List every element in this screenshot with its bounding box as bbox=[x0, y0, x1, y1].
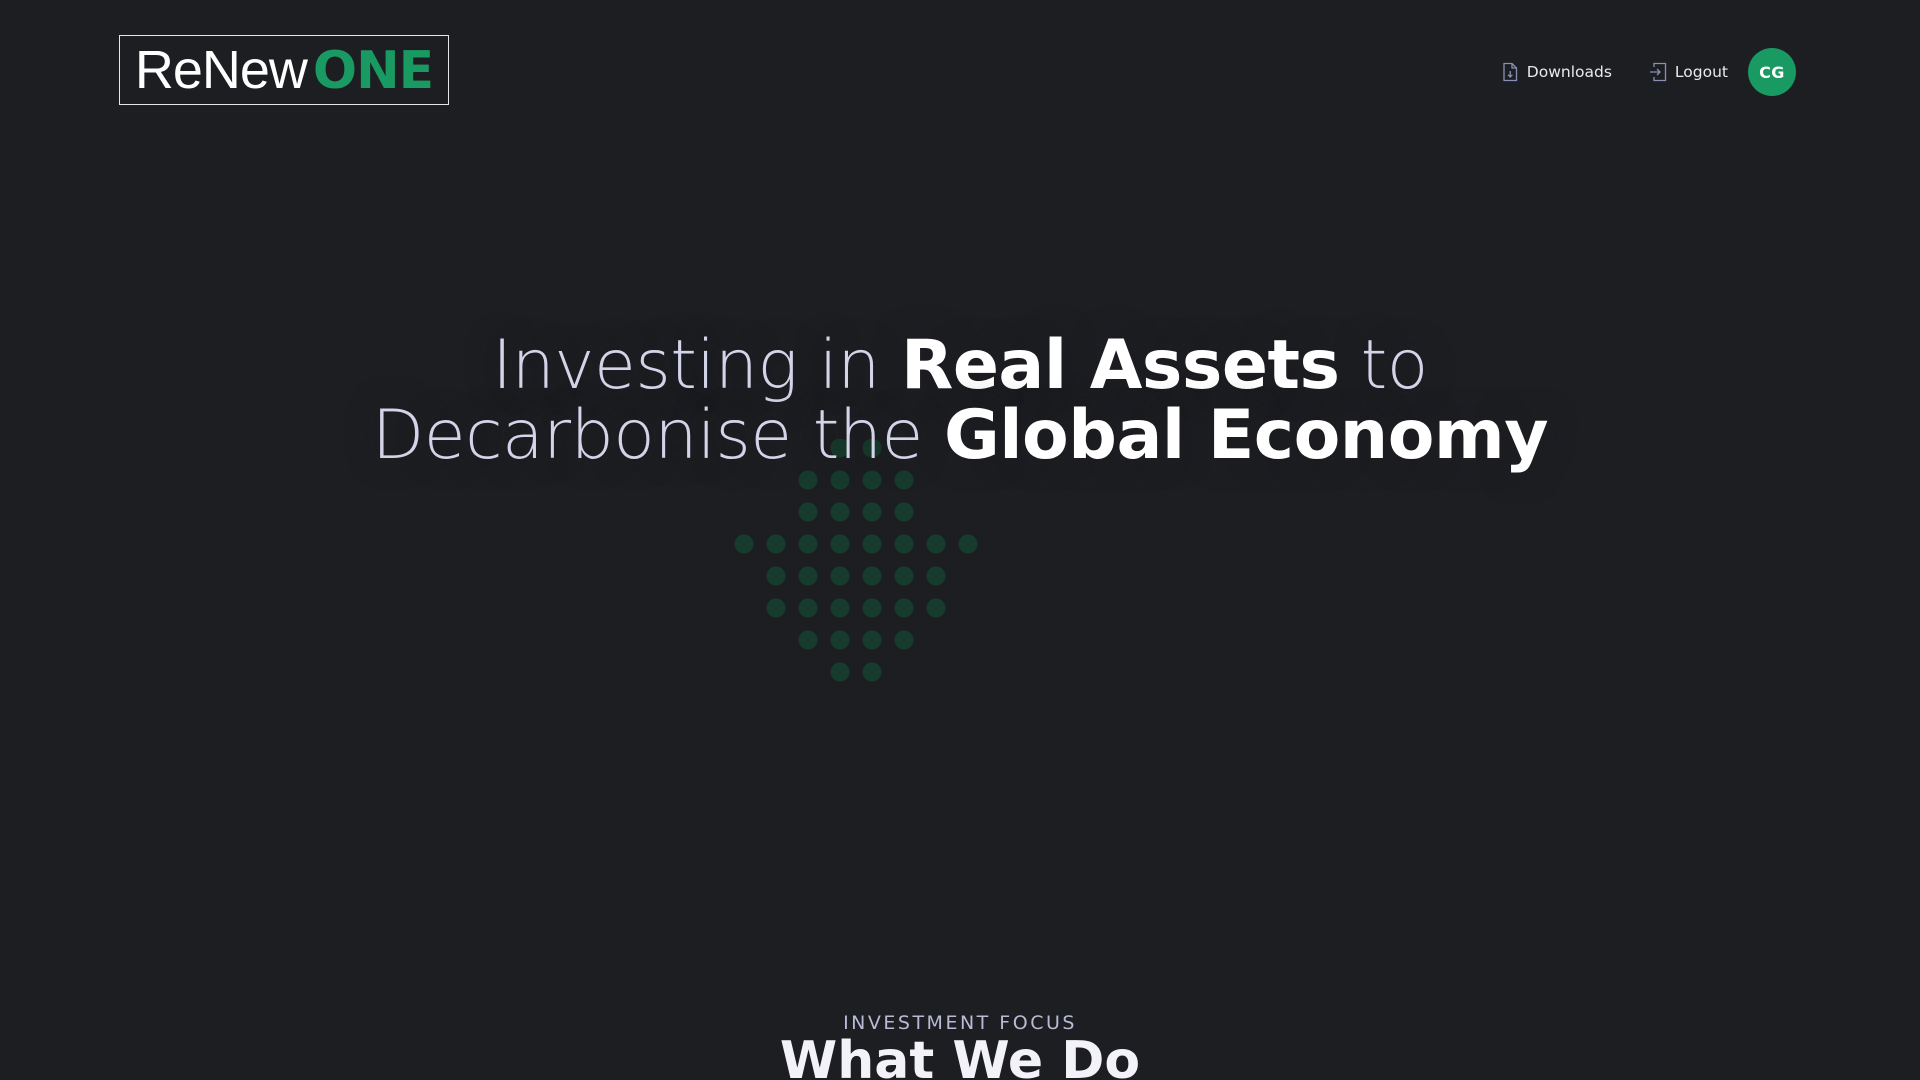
site-header: ReNew ONE Downloads Logout CG bbox=[0, 0, 1920, 144]
downloads-label: Downloads bbox=[1526, 63, 1612, 81]
hero-section bbox=[0, 144, 1920, 944]
user-avatar[interactable]: CG bbox=[1748, 48, 1796, 96]
hero-headline: Investing in Real Assets to Decarbonise t… bbox=[0, 331, 1920, 471]
renew-one-logo[interactable]: ReNew ONE bbox=[119, 35, 449, 105]
logo-renew-text: ReNew bbox=[134, 40, 308, 100]
logo-wordmark: ReNew ONE bbox=[134, 40, 434, 100]
logo-one-text: ONE bbox=[312, 41, 434, 101]
section-title: What We Do bbox=[779, 1031, 1141, 1080]
logout-label: Logout bbox=[1674, 63, 1728, 81]
downloads-link[interactable]: Downloads bbox=[1500, 61, 1612, 83]
hero-line-1: Investing in Real Assets to bbox=[492, 326, 1428, 405]
logout-icon bbox=[1648, 61, 1668, 83]
logout-link[interactable]: Logout bbox=[1648, 61, 1728, 83]
page: ReNew ONE Downloads Logout CG Investing … bbox=[0, 0, 1920, 1080]
dot-pattern-icon bbox=[726, 439, 988, 701]
hero-line-2: Decarbonise the Global Economy bbox=[371, 396, 1549, 475]
top-nav: Downloads Logout CG bbox=[1500, 48, 1796, 96]
document-icon bbox=[1500, 61, 1520, 83]
